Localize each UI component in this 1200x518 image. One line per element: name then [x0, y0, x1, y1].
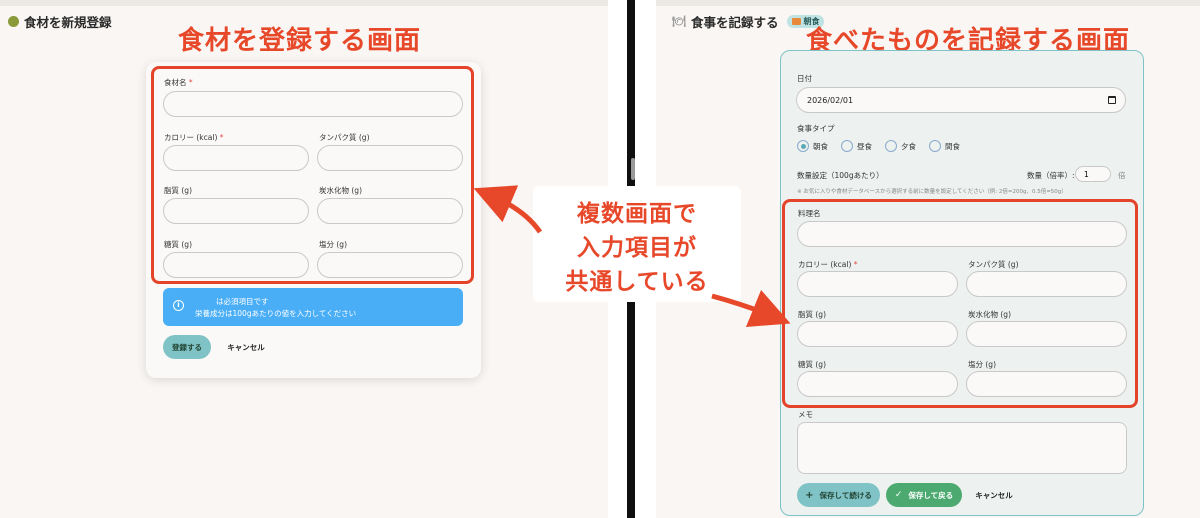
callout-arrows	[473, 185, 791, 327]
arrow-to-left-screen	[473, 185, 543, 234]
arrow-to-right-screen	[711, 289, 791, 327]
